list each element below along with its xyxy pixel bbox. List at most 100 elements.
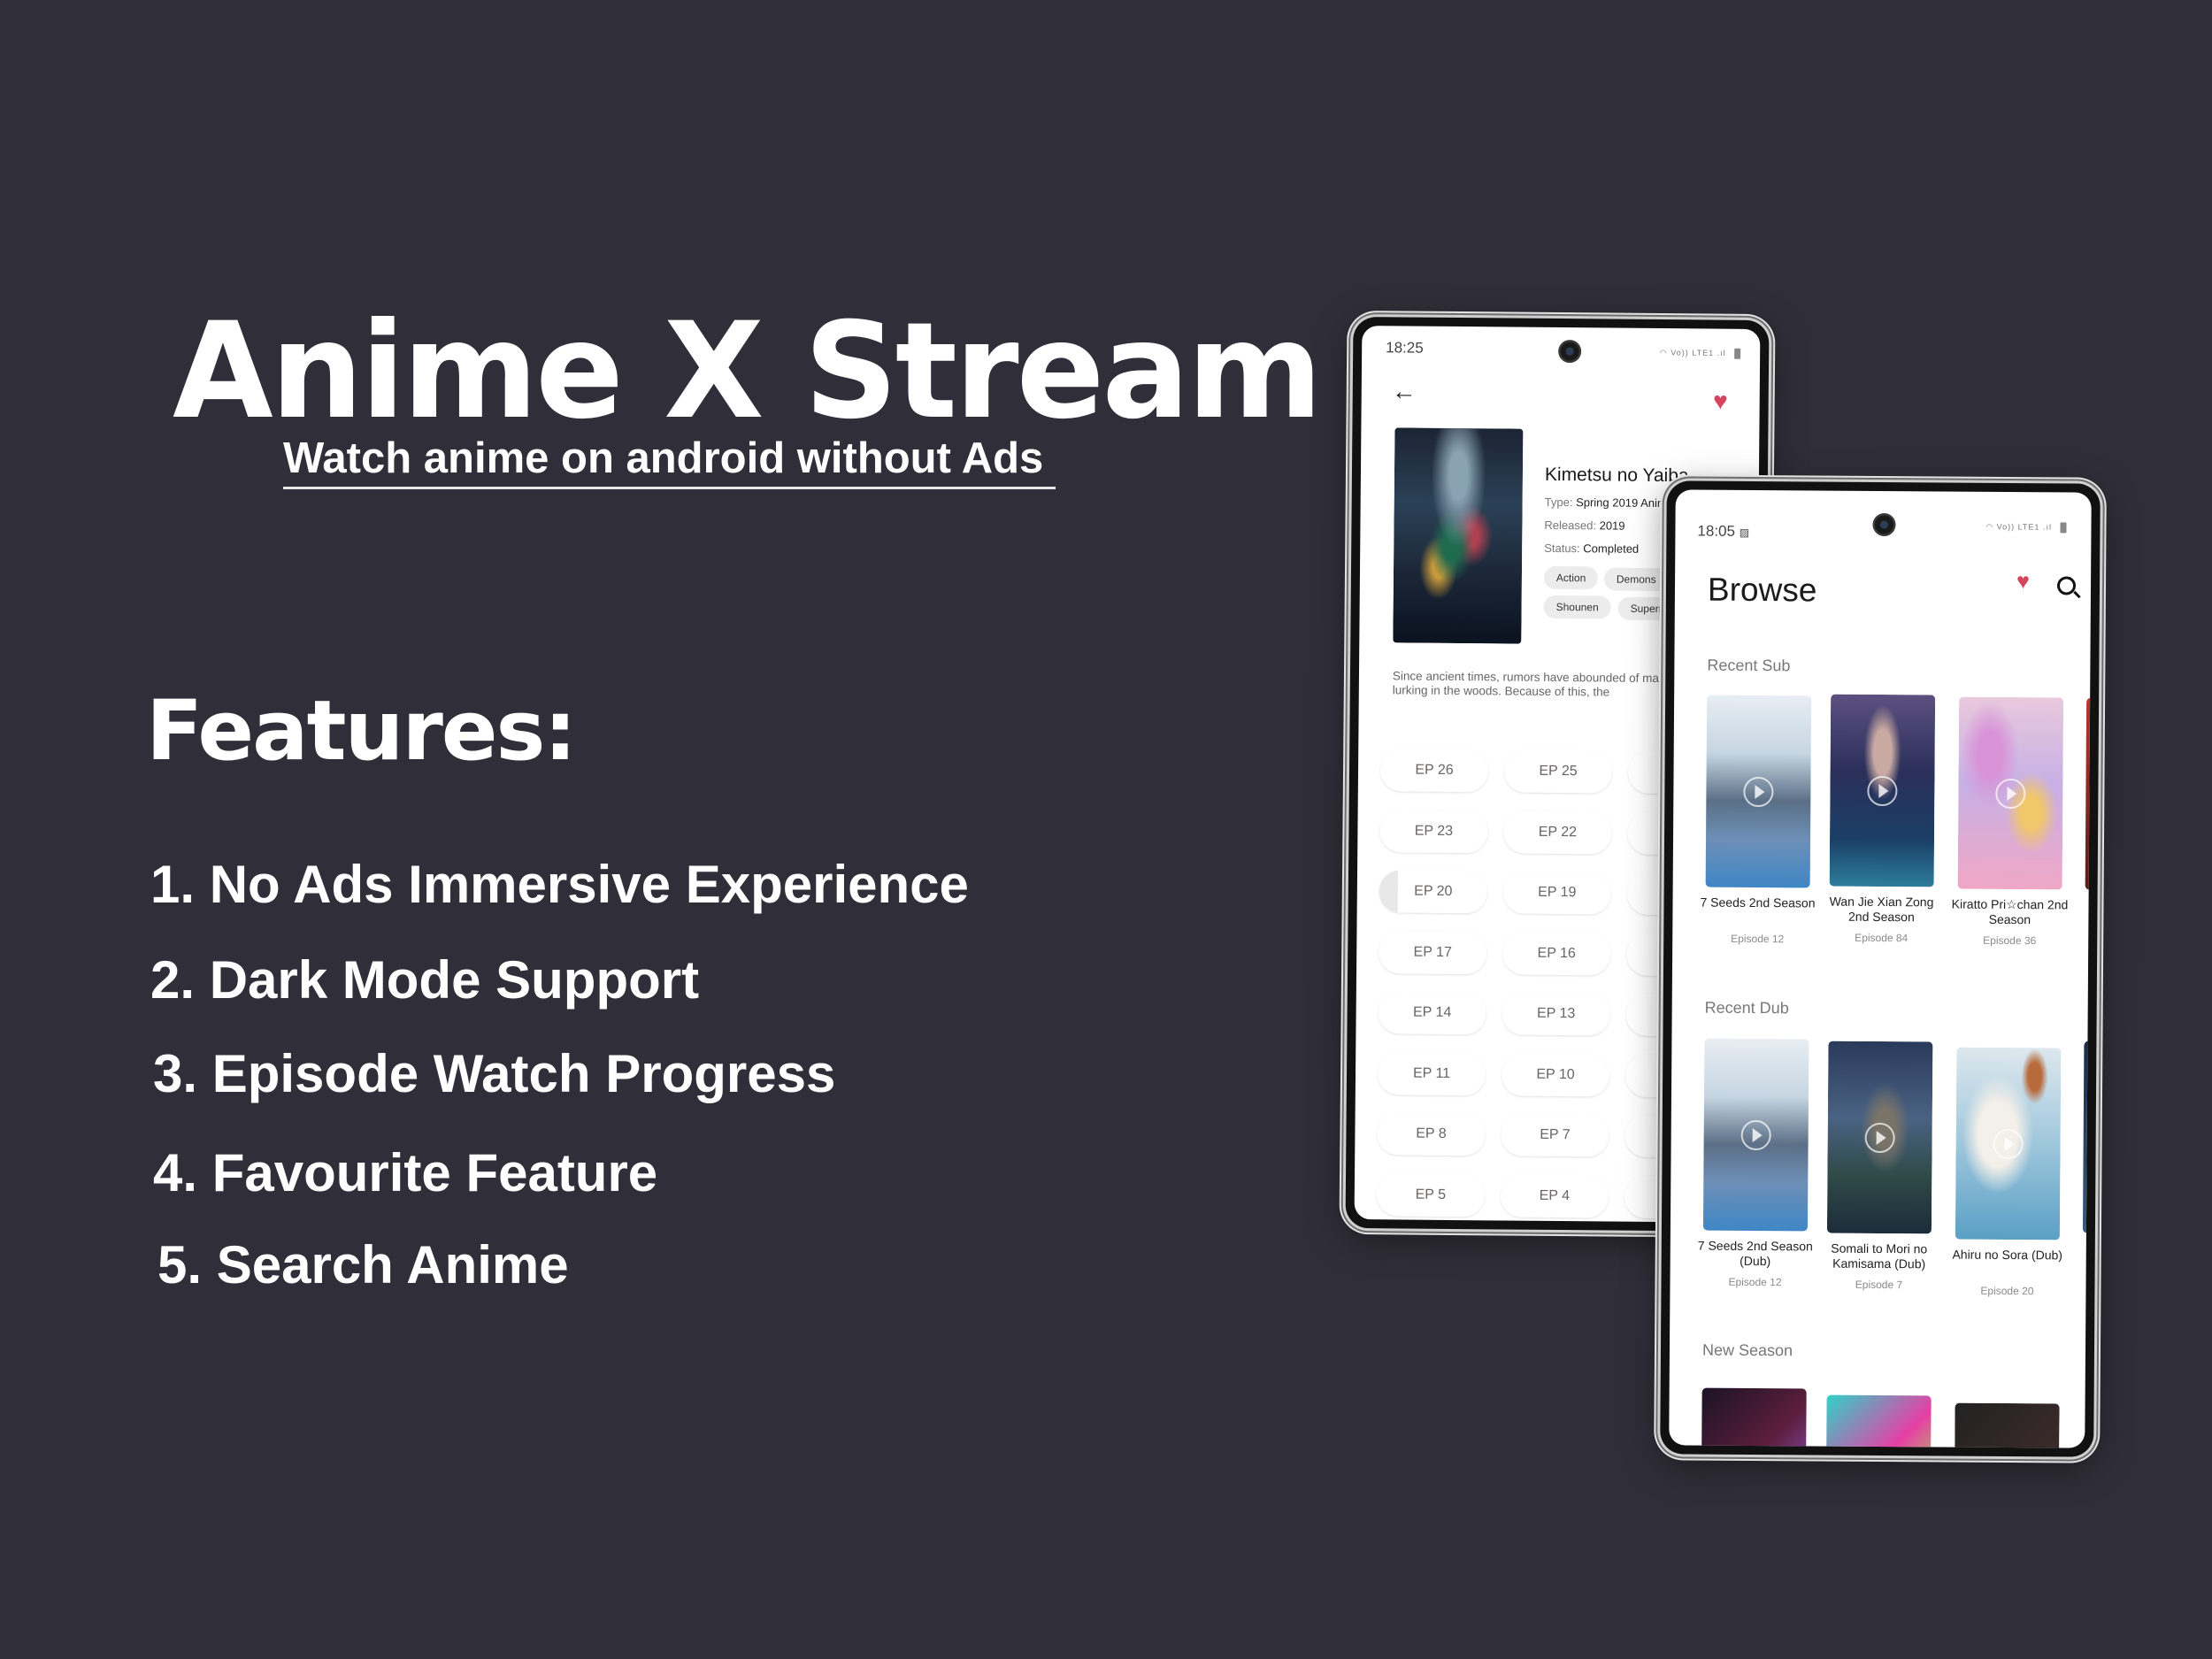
anime-poster[interactable] (1955, 1047, 2062, 1240)
anime-poster (1393, 427, 1524, 644)
episode-label: EP 25 (1539, 763, 1578, 780)
features-heading: Features: (146, 683, 577, 780)
section-label-recent-dub: Recent Dub (1704, 998, 1789, 1018)
anime-card-title[interactable]: 7 Seeds 2nd Season (1695, 895, 1819, 911)
episode-button[interactable]: EP 19 (1502, 871, 1612, 915)
genre-chip[interactable]: Demons (1603, 567, 1669, 592)
episode-button[interactable]: EP 25 (1503, 749, 1613, 794)
anime-card-episode: Episode 20 (1980, 1284, 2034, 1298)
genre-chip[interactable]: Shounen (1543, 595, 1611, 619)
app-title: Anime X Stream (173, 295, 1323, 449)
app-subtitle: Watch anime on android without Ads (283, 434, 1056, 489)
anime-poster[interactable] (1701, 1387, 1807, 1448)
anime-card-title[interactable]: 7 Seeds 2nd Season (Dub) (1694, 1239, 1817, 1270)
anime-card-title[interactable]: Wan Jie Xian Zong 2nd Season (1819, 895, 1943, 926)
browse-screen: 18:05 ▨ ◠ Vo)) LTE1 .ıl Browse ♥ Recent … (1669, 489, 2092, 1448)
episode-button[interactable]: EP 8 (1377, 1112, 1486, 1156)
episode-label: EP 8 (1416, 1125, 1447, 1141)
page-title: Browse (1707, 571, 1817, 609)
episode-button[interactable]: EP 16 (1502, 931, 1611, 976)
anime-poster[interactable] (1829, 694, 1936, 887)
wifi-icon: ◠ (1985, 522, 1994, 532)
episode-label: EP 11 (1412, 1065, 1451, 1081)
anime-card-episode: Episode 12 (1731, 932, 1785, 946)
status-time-text: 18:05 (1697, 522, 1736, 540)
episode-label: EP 14 (1412, 1004, 1452, 1020)
status-value: Completed (1583, 541, 1640, 556)
signal-icon: .ıl (1717, 348, 1726, 358)
type-value: Spring 2019 Anime (1576, 495, 1674, 511)
status-icons: ◠ Vo)) LTE1 .ıl (1659, 348, 1741, 359)
anime-card-title[interactable]: Somali to Mori no Kamisama (Dub) (1817, 1241, 1941, 1272)
anime-poster[interactable] (1705, 695, 1812, 888)
heart-icon[interactable]: ♥ (1713, 388, 1728, 415)
anime-card-title[interactable]: Ahiru no Sora (Dub) (1946, 1248, 2070, 1263)
anime-poster[interactable] (1826, 1041, 1933, 1234)
network-label: Vo)) LTE1 (1996, 522, 2040, 532)
arrow-left-icon[interactable]: ← (1392, 377, 1417, 405)
episode-grid: EP 26 EP 25 EP 23 EP 22 EP 20 EP 19 EP 17 EP 16… (1362, 326, 1760, 1219)
episode-label: EP 7 (1540, 1126, 1571, 1143)
play-icon[interactable] (1740, 1119, 1771, 1150)
wifi-icon: ◠ (1659, 348, 1668, 357)
play-icon[interactable] (1743, 776, 1774, 807)
episode-label: EP 4 (1539, 1187, 1571, 1203)
episode-button[interactable]: EP 10 (1501, 1052, 1610, 1097)
anime-poster[interactable] (1702, 1038, 1809, 1232)
watch-progress-bar (1379, 870, 1398, 913)
anime-card-episode: Episode 84 (1855, 931, 1909, 945)
anime-card-episode: Episode 12 (1728, 1275, 1782, 1289)
signal-icon: .ıl (2042, 522, 2053, 532)
image-notification-icon: ▨ (1739, 526, 1750, 539)
anime-poster[interactable] (1957, 696, 2064, 890)
feature-item: 1. No Ads Immersive Experience (150, 855, 969, 914)
episode-label: EP 13 (1536, 1005, 1576, 1022)
episode-button[interactable]: EP 7 (1501, 1113, 1609, 1157)
type-label: Type: (1544, 495, 1573, 510)
status-row: Status: Completed (1544, 541, 1639, 556)
anime-poster[interactable] (1954, 1402, 2060, 1448)
feature-item: 4. Favourite Feature (153, 1143, 658, 1202)
battery-icon (2060, 522, 2067, 534)
episode-button[interactable]: EP 13 (1502, 992, 1610, 1036)
play-icon[interactable] (1867, 775, 1898, 806)
episode-button[interactable]: EP 17 (1379, 930, 1487, 974)
play-icon[interactable] (1993, 1128, 2024, 1159)
released-row: Released: 2019 (1544, 518, 1624, 533)
feature-item: 3. Episode Watch Progress (153, 1044, 836, 1103)
episode-button[interactable]: EP 20 (1379, 870, 1488, 914)
episode-label: EP 16 (1537, 945, 1576, 961)
genre-chip[interactable]: Action (1543, 565, 1599, 590)
anime-poster[interactable] (2085, 697, 2092, 890)
play-icon[interactable] (1995, 778, 2026, 809)
anime-poster[interactable] (1825, 1394, 1932, 1448)
episode-button[interactable]: EP 14 (1378, 991, 1486, 1035)
anime-card-episode: Episode 36 (1983, 933, 2037, 948)
search-icon[interactable] (2056, 576, 2077, 595)
section-label-recent-sub: Recent Sub (1707, 656, 1791, 675)
anime-poster[interactable] (2082, 1041, 2092, 1233)
episode-button[interactable]: EP 23 (1379, 809, 1488, 853)
episode-label: EP 23 (1414, 823, 1454, 839)
episode-button[interactable]: EP 11 (1377, 1051, 1486, 1095)
status-label: Status: (1544, 541, 1580, 556)
feature-item: 2. Dark Mode Support (150, 950, 700, 1010)
episode-button[interactable]: EP 26 (1379, 749, 1489, 793)
play-icon[interactable] (1864, 1122, 1895, 1153)
episode-label: EP 10 (1536, 1066, 1575, 1082)
camera-icon (1872, 512, 1896, 537)
anime-card-title[interactable]: Kiratto Pri☆chan 2nd Season (1947, 897, 2071, 928)
released-value: 2019 (1599, 518, 1625, 533)
phone-browse-mockup: 18:05 ▨ ◠ Vo)) LTE1 .ıl Browse ♥ Recent … (1660, 480, 2101, 1457)
heart-icon[interactable]: ♥ (2016, 569, 2030, 594)
type-row: Type: Spring 2019 Anime (1545, 495, 1673, 510)
episode-button[interactable]: EP 22 (1503, 810, 1612, 855)
episode-label: EP 5 (1415, 1187, 1447, 1202)
episode-label: EP 26 (1415, 762, 1454, 778)
status-time: 18:25 (1386, 339, 1424, 357)
feature-item: 5. Search Anime (157, 1235, 569, 1294)
camera-icon (1558, 339, 1582, 364)
anime-title: Kimetsu no Yaiba (1544, 464, 1689, 487)
episode-button[interactable]: EP 4 (1500, 1173, 1609, 1218)
episode-button[interactable]: EP 5 (1376, 1172, 1486, 1217)
